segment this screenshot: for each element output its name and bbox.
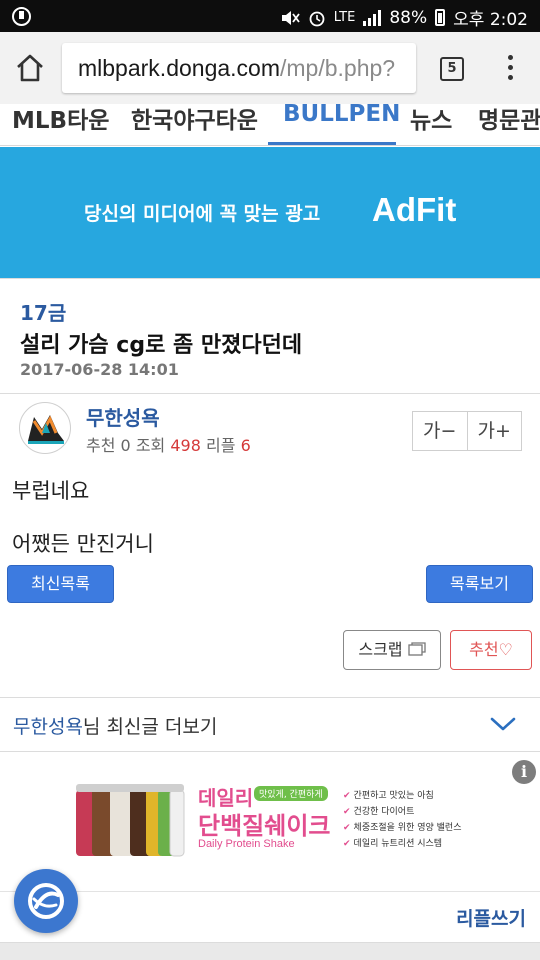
floating-action-button[interactable] [14, 869, 78, 933]
recommend-button[interactable]: 추천♡ [450, 630, 532, 670]
protein-shake-ad[interactable]: i 맛있게, 간편하게 데일리 단백질쉐이크 Daily Protein Sha… [0, 752, 540, 892]
url-path: /mp/b.php? [280, 55, 396, 81]
write-reply-button[interactable]: 리플쓰기 [456, 904, 526, 931]
author-name[interactable]: 무한성욕 [86, 402, 160, 431]
url-bar[interactable]: mlbpark.donga.com/mp/b.php? [62, 43, 416, 93]
check-icon: ✔ [343, 807, 351, 817]
recommend-label: 추천 [86, 436, 116, 455]
ad-message: 당신의 미디어에 꼭 맞는 광고 [84, 203, 321, 225]
app-logo-icon [28, 883, 64, 919]
post-header: 17금 설리 가슴 cg로 좀 만졌다던데 2017-06-28 14:01 [0, 278, 540, 394]
replies-count: 6 [240, 436, 251, 455]
author-more-posts[interactable]: 무한성욕님 최신글 더보기 [0, 697, 540, 752]
scrap-label: 스크랩 [358, 640, 403, 659]
nav-active-indicator [268, 142, 396, 145]
view-list-button[interactable]: 목록보기 [426, 565, 533, 603]
browser-toolbar: mlbpark.donga.com/mp/b.php? 5 [0, 32, 540, 104]
check-icon: ✔ [343, 823, 351, 833]
ad-info-icon[interactable]: i [512, 760, 536, 784]
ad-feature-list: ✔ 간편하고 맛있는 아침 ✔ 건강한 다이어트 ✔ 체중조절을 위한 영양 밸런스 … [343, 788, 462, 852]
reply-bar: 리플쓰기 [0, 893, 540, 943]
author-stats: 추천 0 조회 498 리플 6 [86, 432, 251, 456]
status-bar: LTE 88% 오후 2:02 [0, 0, 540, 32]
recommend-count: 0 [120, 436, 131, 455]
author-more-text: 무한성욕님 최신글 더보기 [13, 712, 217, 739]
chevron-down-icon[interactable] [490, 716, 516, 732]
team-logo-icon [28, 415, 64, 444]
overflow-menu-icon[interactable] [501, 55, 519, 85]
ad-feature-item: ✔ 데일리 뉴트리션 시스템 [343, 836, 462, 852]
signal-icon [363, 9, 382, 26]
nav-korea-baseball-town[interactable]: 한국야구타운 [131, 104, 258, 143]
post-body-line: 어쨌든 만진거니 [12, 532, 154, 556]
ad-english-name: Daily Protein Shake [198, 838, 295, 850]
font-decrease-button[interactable]: 가− [413, 412, 467, 450]
author-avatar[interactable] [19, 402, 71, 454]
post-title: 설리 가슴 cg로 좀 만졌다던데 [20, 333, 303, 358]
product-bottles-image [76, 784, 185, 857]
app-notification-icon [12, 7, 31, 26]
network-type: LTE [333, 10, 356, 25]
ad-feature-text: 간편하고 맛있는 아침 [353, 791, 434, 801]
author-more-suffix: 님 최신글 더보기 [82, 716, 218, 738]
author-more-name: 무한성욕 [13, 716, 83, 738]
post-date: 2017-06-28 14:01 [20, 360, 179, 379]
ad-feature-item: ✔ 체중조절을 위한 영양 밸런스 [343, 820, 462, 836]
post-category[interactable]: 17금 [20, 297, 66, 326]
replies-label: 리플 [206, 436, 236, 455]
alarm-icon [309, 11, 325, 26]
adfit-banner[interactable]: 당신의 미디어에 꼭 맞는 광고 AdFit [0, 147, 540, 278]
font-increase-button[interactable]: 가+ [466, 412, 522, 450]
status-icons: LTE 88% 오후 2:02 [280, 5, 528, 30]
ad-slogan: 맛있게, 간편하게 [254, 786, 328, 801]
nav-mlb-town[interactable]: MLB타운 [12, 104, 109, 143]
views-count: 498 [170, 436, 201, 455]
home-icon[interactable] [12, 50, 48, 86]
battery-percent: 88% [389, 7, 428, 28]
nav-hall-of-fame[interactable]: 명문관 [478, 104, 540, 143]
ad-feature-item: ✔ 건강한 다이어트 [343, 804, 462, 820]
check-icon: ✔ [343, 839, 351, 849]
scrap-icon [407, 642, 426, 656]
ad-feature-text: 데일리 뉴트리션 시스템 [353, 839, 443, 849]
ad-brand: AdFit [372, 191, 457, 228]
bottom-strip [0, 943, 540, 960]
post-body-line: 부럽네요 [12, 479, 90, 503]
ad-feature-text: 체중조절을 위한 영양 밸런스 [353, 823, 462, 833]
nav-news[interactable]: 뉴스 [410, 104, 452, 143]
ad-headline-2: 단백질쉐이크 [198, 812, 331, 840]
font-size-controls: 가− 가+ [412, 411, 522, 451]
ad-feature-item: ✔ 간편하고 맛있는 아침 [343, 788, 462, 804]
nav-bullpen[interactable]: BULLPEN [283, 104, 400, 143]
mute-icon [281, 10, 300, 25]
site-nav: MLB타운 한국야구타운 BULLPEN 뉴스 명문관 [0, 104, 540, 146]
url-host: mlbpark.donga.com [78, 55, 280, 81]
ad-feature-text: 건강한 다이어트 [353, 807, 415, 817]
clock: 오후 2:02 [453, 10, 528, 30]
scrap-button[interactable]: 스크랩 [343, 630, 441, 670]
check-icon: ✔ [343, 791, 351, 801]
recent-list-button[interactable]: 최신목록 [7, 565, 114, 603]
views-label: 조회 [135, 436, 166, 455]
tab-switcher-button[interactable]: 5 [440, 57, 464, 81]
battery-icon [435, 9, 446, 26]
